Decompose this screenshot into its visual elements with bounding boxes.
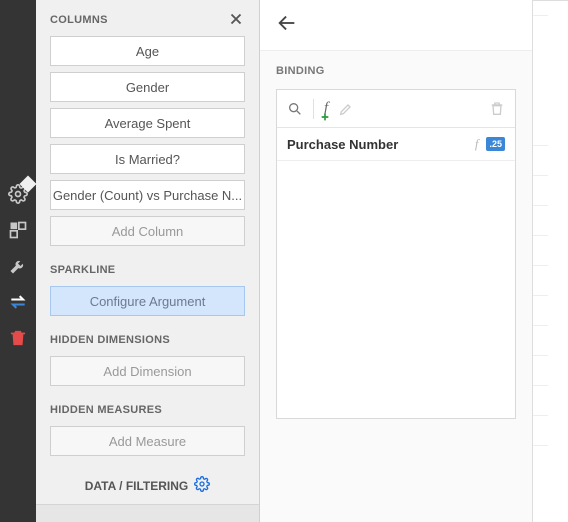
sparkline-title: SPARKLINE — [50, 264, 245, 276]
layout-icon[interactable] — [0, 212, 36, 248]
binding-item-label: Purchase Number — [287, 137, 467, 152]
binding-header — [260, 0, 532, 50]
binding-area: BINDING f — [260, 50, 532, 522]
swap-icon[interactable] — [0, 284, 36, 320]
binding-box: f Purchase Number f .25 — [276, 89, 516, 419]
hidden-dimensions-title: HIDDEN DIMENSIONS — [50, 334, 245, 346]
column-item[interactable]: Is Married? — [50, 144, 245, 174]
fx-icon: f — [475, 136, 479, 152]
icon-rail — [0, 0, 36, 522]
format-badge: .25 — [486, 137, 505, 151]
hidden-measures-title: HIDDEN MEASURES — [50, 404, 245, 416]
gear-icon — [194, 476, 210, 495]
fx-add-icon[interactable]: f — [324, 100, 328, 117]
add-column-button[interactable]: Add Column — [50, 216, 245, 246]
app-root: COLUMNS Age Gender Average Spent Is Marr… — [0, 0, 568, 522]
binding-toolbar: f — [277, 90, 515, 128]
back-icon[interactable] — [276, 12, 516, 39]
page-edge — [532, 0, 568, 522]
binding-panel: BINDING f — [260, 0, 532, 522]
panel-footer-strip — [36, 504, 259, 522]
binding-item[interactable]: Purchase Number f .25 — [277, 128, 515, 161]
edit-icon[interactable] — [338, 101, 354, 117]
columns-title: COLUMNS — [50, 14, 245, 26]
binding-title: BINDING — [276, 65, 516, 77]
delete-icon[interactable] — [489, 101, 505, 117]
gear-icon[interactable] — [0, 176, 36, 212]
data-filtering-label: DATA / FILTERING — [85, 479, 189, 493]
column-item[interactable]: Age — [50, 36, 245, 66]
search-icon[interactable] — [287, 101, 303, 117]
column-item[interactable]: Gender — [50, 72, 245, 102]
add-measure-button[interactable]: Add Measure — [50, 426, 245, 456]
close-icon[interactable] — [227, 10, 245, 33]
add-dimension-button[interactable]: Add Dimension — [50, 356, 245, 386]
trash-icon[interactable] — [0, 320, 36, 356]
separator — [313, 99, 314, 119]
wrench-icon[interactable] — [0, 248, 36, 284]
column-item[interactable]: Gender (Count) vs Purchase N... — [50, 180, 245, 210]
data-filtering-link[interactable]: DATA / FILTERING — [50, 476, 245, 495]
config-panel: COLUMNS Age Gender Average Spent Is Marr… — [36, 0, 260, 522]
column-item[interactable]: Average Spent — [50, 108, 245, 138]
configure-argument-button[interactable]: Configure Argument — [50, 286, 245, 316]
